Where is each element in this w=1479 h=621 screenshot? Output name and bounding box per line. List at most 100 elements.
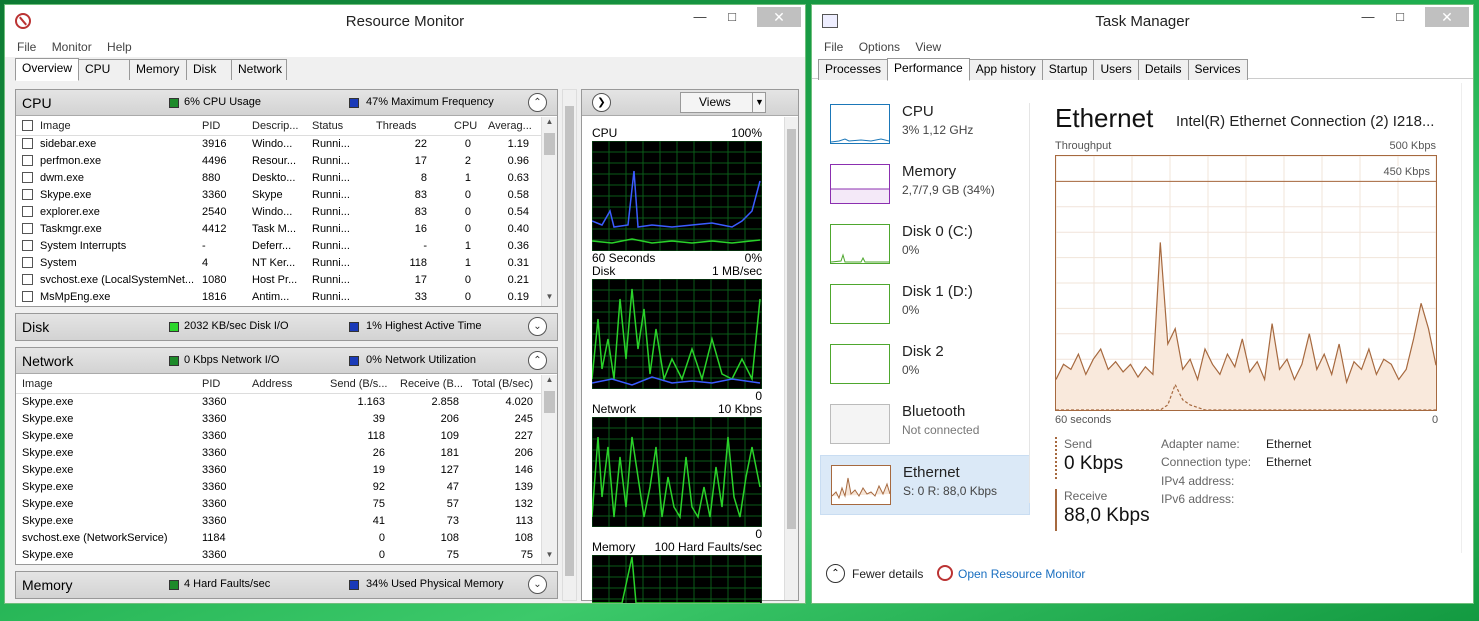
tab-memory[interactable]: Memory: [129, 59, 188, 80]
col-cpu[interactable]: CPU: [454, 120, 477, 132]
col-image[interactable]: Image: [22, 378, 53, 390]
menu-view[interactable]: View: [915, 37, 941, 57]
collapse-chevron-icon[interactable]: ⌃: [528, 93, 547, 112]
sidebar-item-memory[interactable]: Memory 2,7/7,9 GB (34%): [820, 155, 1030, 215]
sidebar-item-ethernet[interactable]: Ethernet S: 0 R: 88,0 Kbps: [820, 455, 1030, 515]
expand-chevron-icon[interactable]: ⌄: [528, 575, 547, 594]
menu-file[interactable]: File: [824, 37, 843, 57]
network-section-header[interactable]: Network 0 Kbps Network I/O 0% Network Ut…: [16, 348, 557, 374]
tab-users[interactable]: Users: [1093, 59, 1139, 80]
table-row[interactable]: explorer.exe 2540 Windo... Runni... 83 0 0.54: [16, 204, 557, 221]
tab-overview[interactable]: Overview: [15, 58, 80, 81]
scroll-up-icon[interactable]: ▲: [542, 117, 557, 131]
menu-help[interactable]: Help: [107, 37, 132, 57]
table-row[interactable]: Skype.exe 3360 19 127 146: [16, 462, 557, 479]
col-threads[interactable]: Threads: [376, 120, 416, 132]
close-button[interactable]: ✕: [1425, 7, 1469, 27]
table-row[interactable]: dwm.exe 880 Deskto... Runni... 8 1 0.63: [16, 170, 557, 187]
open-resource-monitor-link[interactable]: Open Resource Monitor: [958, 567, 1085, 581]
sidebar-item-cpu[interactable]: CPU 3% 1,12 GHz: [820, 95, 1030, 155]
close-button[interactable]: ✕: [757, 7, 801, 27]
tab-disk[interactable]: Disk: [186, 59, 233, 80]
col-total[interactable]: Total (B/sec): [472, 378, 533, 390]
table-row[interactable]: Skype.exe 3360 75 57 132: [16, 496, 557, 513]
tm-scrollbar[interactable]: [1461, 83, 1473, 553]
col-average[interactable]: Averag...: [488, 120, 532, 132]
tab-processes[interactable]: Processes: [818, 59, 889, 80]
tab-app-history[interactable]: App history: [968, 59, 1043, 80]
row-checkbox[interactable]: [22, 189, 33, 200]
cpu-list-scrollbar[interactable]: ▲ ▼: [541, 117, 557, 306]
tab-performance[interactable]: Performance: [887, 58, 970, 81]
menu-options[interactable]: Options: [859, 37, 900, 57]
maximize-button[interactable]: □: [711, 7, 753, 27]
tab-services[interactable]: Services: [1187, 59, 1248, 80]
sidebar-item-bluetooth[interactable]: Bluetooth Not connected: [820, 395, 1030, 455]
table-row[interactable]: MsMpEng.exe 1816 Antim... Runni... 33 0 0.19: [16, 289, 557, 306]
table-row[interactable]: perfmon.exe 4496 Resour... Runni... 17 2 0.96: [16, 153, 557, 170]
table-row[interactable]: svchost.exe (LocalSystemNet... 1080 Host P…: [16, 272, 557, 289]
main-scrollbar[interactable]: [562, 89, 577, 601]
tab-details[interactable]: Details: [1137, 59, 1189, 80]
scroll-up-icon[interactable]: ▲: [542, 375, 557, 389]
tm-titlebar[interactable]: Task Manager — □ ✕: [812, 5, 1473, 37]
maximize-button[interactable]: □: [1379, 7, 1421, 27]
scrollbar-thumb[interactable]: [544, 133, 555, 155]
scroll-down-icon[interactable]: ▼: [542, 292, 557, 306]
row-checkbox[interactable]: [22, 223, 33, 234]
scroll-down-icon[interactable]: ▼: [542, 550, 557, 564]
sidebar-item-disk0[interactable]: Disk 0 (C:) 0%: [820, 215, 1030, 275]
col-address[interactable]: Address: [252, 378, 292, 390]
col-pid[interactable]: PID: [202, 378, 220, 390]
network-list-scrollbar[interactable]: ▲ ▼: [541, 375, 557, 564]
graph-scrollbar-thumb[interactable]: [787, 129, 796, 529]
col-receive[interactable]: Receive (B...: [400, 378, 462, 390]
row-checkbox[interactable]: [22, 240, 33, 251]
row-checkbox[interactable]: [22, 291, 33, 302]
sidebar-item-disk2[interactable]: Disk 2 0%: [820, 335, 1030, 395]
col-pid[interactable]: PID: [202, 120, 220, 132]
col-image[interactable]: Image: [40, 120, 71, 132]
tab-network[interactable]: Network: [231, 59, 288, 80]
cpu-section-header[interactable]: CPU 6% CPU Usage 47% Maximum Frequency ⌃: [16, 90, 557, 116]
select-all-checkbox[interactable]: [22, 120, 33, 131]
table-row[interactable]: sidebar.exe 3916 Windo... Runni... 22 0 1.19: [16, 136, 557, 153]
row-checkbox[interactable]: [22, 172, 33, 183]
main-scrollbar-thumb[interactable]: [565, 106, 574, 576]
row-checkbox[interactable]: [22, 206, 33, 217]
collapse-chevron-icon[interactable]: ⌃: [528, 351, 547, 370]
row-checkbox[interactable]: [22, 257, 33, 268]
sidebar-item-disk1[interactable]: Disk 1 (D:) 0%: [820, 275, 1030, 335]
views-dropdown-icon[interactable]: ▼: [752, 93, 766, 112]
menu-file[interactable]: File: [17, 37, 36, 57]
table-row[interactable]: Taskmgr.exe 4412 Task M... Runni... 16 0 0.40: [16, 221, 557, 238]
table-row[interactable]: Skype.exe 3360 0 75 75: [16, 547, 557, 564]
row-checkbox[interactable]: [22, 138, 33, 149]
fewer-details-link[interactable]: Fewer details: [852, 567, 923, 581]
table-row[interactable]: System 4 NT Ker... Runni... 118 1 0.31: [16, 255, 557, 272]
col-send[interactable]: Send (B/s...: [330, 378, 387, 390]
table-row[interactable]: Skype.exe 3360 41 73 113: [16, 513, 557, 530]
fewer-details-chevron-icon[interactable]: ⌃: [826, 564, 845, 583]
table-row[interactable]: Skype.exe 3360 118 109 227: [16, 428, 557, 445]
table-row[interactable]: Skype.exe 3360 Skype Runni... 83 0 0.58: [16, 187, 557, 204]
collapse-panel-icon[interactable]: ❯: [592, 93, 611, 112]
table-row[interactable]: svchost.exe (NetworkService) 1184 0 108 108: [16, 530, 557, 547]
table-row[interactable]: Skype.exe 3360 92 47 139: [16, 479, 557, 496]
tab-cpu[interactable]: CPU: [78, 59, 131, 80]
col-description[interactable]: Descrip...: [252, 120, 304, 132]
table-row[interactable]: System Interrupts - Deferr... Runni... - 1 0.3…: [16, 238, 557, 255]
table-row[interactable]: Skype.exe 3360 1.163 2.858 4.020: [16, 394, 557, 411]
memory-section-header[interactable]: Memory 4 Hard Faults/sec 34% Used Physic…: [16, 572, 557, 598]
row-checkbox[interactable]: [22, 155, 33, 166]
table-row[interactable]: Skype.exe 3360 39 206 245: [16, 411, 557, 428]
col-status[interactable]: Status: [312, 120, 343, 132]
graph-panel-scrollbar[interactable]: [784, 117, 798, 600]
disk-section-header[interactable]: Disk 2032 KB/sec Disk I/O 1% Highest Act…: [16, 314, 557, 340]
tab-startup[interactable]: Startup: [1041, 59, 1095, 80]
rm-titlebar[interactable]: Resource Monitor — □ ✕: [5, 5, 805, 37]
expand-chevron-icon[interactable]: ⌄: [528, 317, 547, 336]
menu-monitor[interactable]: Monitor: [52, 37, 92, 57]
table-row[interactable]: Skype.exe 3360 26 181 206: [16, 445, 557, 462]
row-checkbox[interactable]: [22, 274, 33, 285]
